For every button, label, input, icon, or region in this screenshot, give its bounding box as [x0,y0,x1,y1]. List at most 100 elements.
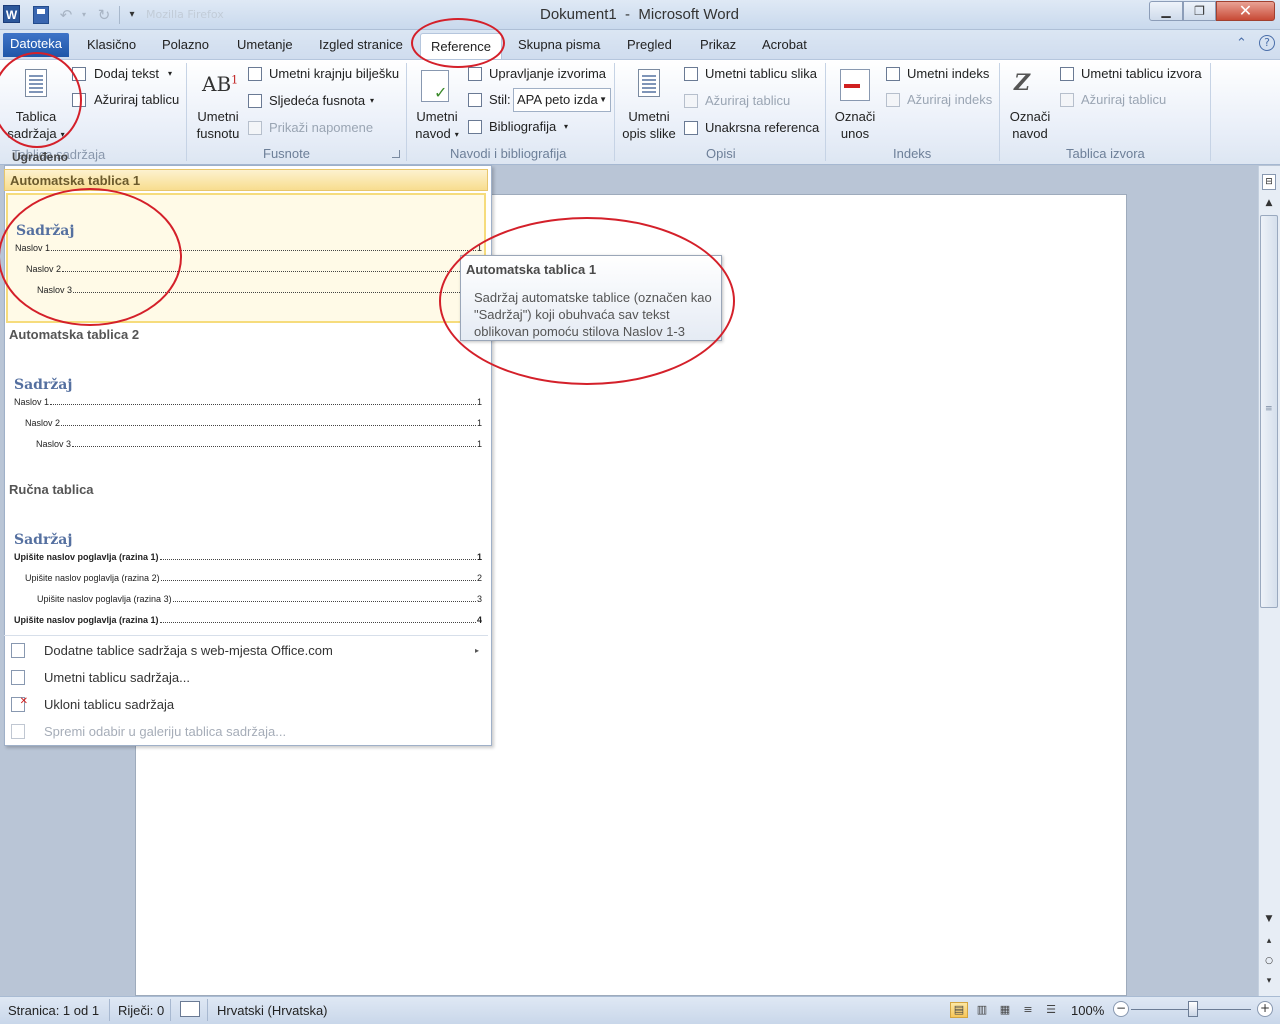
page-count[interactable]: Stranica: 1 od 1 [8,1003,99,1018]
gallery-section-title: Automatska tablica 2 [9,327,140,342]
tab-pregled[interactable]: Pregled [627,37,672,61]
toc-row-page: 1 [476,397,482,407]
toc-preview-title: Sadržaj [14,532,73,548]
redo-icon[interactable]: ↻ [96,6,112,24]
undo-icon[interactable]: ↶ [58,6,74,24]
scroll-up-icon[interactable]: ▲ [1262,198,1276,212]
index-group-label: Indeks [893,146,932,161]
more-tocs-office-menu-item[interactable]: Dodatne tablice sadržaja s web-mjesta Of… [5,637,491,664]
full-screen-reading-view-icon[interactable]: ▥ [973,1002,991,1018]
save-to-gallery-icon [11,724,25,739]
mark-entry-button[interactable]: Označi unos [830,62,880,144]
footnotes-dialog-launcher-icon[interactable] [392,150,400,158]
insert-footnote-label-2: fusnotu [196,126,240,141]
cross-reference-icon [684,121,698,135]
proofing-icon[interactable] [180,1001,200,1017]
previous-page-icon[interactable]: ▴ [1262,936,1276,950]
toc-row-text: Naslov 3 [36,439,72,449]
scrollbar-thumb[interactable] [1260,215,1278,608]
mark-entry-icon [840,69,870,101]
update-index-icon [886,93,900,107]
insert-index-icon [886,67,900,81]
menu-item-label: Dodatne tablice sadržaja s web-mjesta Of… [44,643,333,658]
next-page-icon[interactable]: ▾ [1262,976,1276,990]
word-app-icon[interactable]: W [3,5,20,23]
menu-item-label: Umetni tablicu sadržaja... [44,670,190,685]
ghost-window-title: Mozilla Firefox [146,8,224,21]
save-icon[interactable] [33,6,49,24]
select-browse-object-icon[interactable]: ○ [1262,956,1276,970]
insert-table-of-figures-label: Umetni tablicu slika [705,66,817,81]
style-icon [468,93,482,107]
tab-umetanje[interactable]: Umetanje [237,37,293,61]
group-separator [825,63,826,161]
undo-dropdown-icon[interactable]: ▾ [76,6,92,24]
tab-polazno[interactable]: Polazno [162,37,209,61]
mark-citation-button[interactable]: Z Označi navod [1004,62,1056,144]
footnote-ab-text: AB [202,72,232,96]
tab-acrobat[interactable]: Acrobat [762,37,807,61]
authorities-group-label: Tablica izvora [1066,146,1145,161]
word-count[interactable]: Riječi: 0 [118,1003,164,1018]
add-text-label: Dodaj tekst [94,66,160,81]
toc-preview-row: Upišite naslov poglavlja (razina 1) 1 [14,552,482,562]
toc-option-automatic-2[interactable]: Sadržaj Naslov 1 1 Naslov 2 1 Naslov 3 1 [6,348,486,476]
zoom-slider-thumb[interactable] [1188,1001,1198,1017]
save-selection-menu-item[interactable]: Spremi odabir u galeriju tablica sadržaj… [5,718,491,745]
insert-citation-button[interactable]: Umetni navod▾ [411,62,463,144]
customize-qat-icon[interactable]: ▾ [124,6,140,24]
toc-row-text: Naslov 2 [25,418,61,428]
zoom-level[interactable]: 100% [1071,1003,1104,1018]
bibliography-label: Bibliografija [489,119,557,134]
insert-footnote-label-1: Umetni [197,109,239,124]
scroll-down-icon[interactable]: ▼ [1262,914,1276,928]
zoom-out-icon[interactable]: − [1113,1001,1129,1017]
toc-row-page: 2 [476,573,482,583]
language-indicator[interactable]: Hrvatski (Hrvatska) [217,1003,328,1018]
toc-preview-row: Naslov 3 1 [36,439,482,449]
chevron-down-icon: ▾ [168,69,173,78]
style-label: Stil: [489,92,511,107]
next-footnote-icon [248,94,262,108]
submenu-arrow-icon: ▸ [474,646,479,655]
tab-skupna-pisma[interactable]: Skupna pisma [518,37,600,61]
insert-footnote-button[interactable]: AB1 Umetni fusnotu [192,62,244,144]
draft-view-icon[interactable]: ☰ [1042,1002,1060,1018]
update-table-icon [1060,93,1074,107]
document-icon [11,670,25,685]
help-icon[interactable]: ? [1259,35,1275,51]
insert-toc-menu-item[interactable]: Umetni tablicu sadržaja... [5,664,491,691]
mark-citation-label-2: navod [1012,126,1048,141]
tab-izgled-stranice[interactable]: Izgled stranice [319,37,403,61]
minimize-ribbon-icon[interactable]: ⌃ [1236,36,1247,51]
update-index-label: Ažuriraj indeks [907,92,993,107]
print-layout-view-icon[interactable]: ▤ [950,1002,968,1018]
status-separator [170,999,171,1021]
insert-caption-button[interactable]: Umetni opis slike [619,62,679,144]
citation-style-dropdown[interactable]: APA peto izda ▼ [513,88,611,112]
next-footnote-label: Sljedeća fusnota [269,93,366,108]
mark-citation-label-1: Označi [1009,109,1051,124]
menu-item-label: Spremi odabir u galeriju tablica sadržaj… [44,724,287,739]
close-button[interactable]: ✕ [1216,1,1275,21]
toc-preview-row: Naslov 2 1 [25,418,482,428]
update-table-icon [684,94,698,108]
tab-klasicno[interactable]: Klasično [87,37,136,61]
web-layout-view-icon[interactable]: ▦ [996,1002,1014,1018]
toc-row-text: Upišite naslov poglavlja (razina 3) [37,594,172,604]
zoom-in-icon[interactable]: + [1257,1001,1273,1017]
toc-option-manual[interactable]: Sadržaj Upišite naslov poglavlja (razina… [6,503,486,631]
toc-preview-row: Naslov 1 1 [14,397,482,407]
insert-index-label: Umetni indeks [907,66,990,81]
insert-caption-label-1: Umetni [628,109,670,124]
maximize-button[interactable]: ❐ [1183,1,1216,21]
remove-toc-menu-item[interactable]: ✕ Ukloni tablicu sadržaja [5,691,491,718]
minimize-button[interactable]: ▁ [1149,1,1183,21]
restore-icon: ❐ [1194,4,1205,18]
show-notes-label: Prikaži napomene [269,120,374,135]
view-ruler-icon[interactable]: ⊟ [1262,174,1276,190]
outline-view-icon[interactable]: ≡ [1019,1002,1037,1018]
qat-separator [119,6,120,24]
tab-prikaz[interactable]: Prikaz [700,37,736,61]
group-separator [406,63,407,161]
